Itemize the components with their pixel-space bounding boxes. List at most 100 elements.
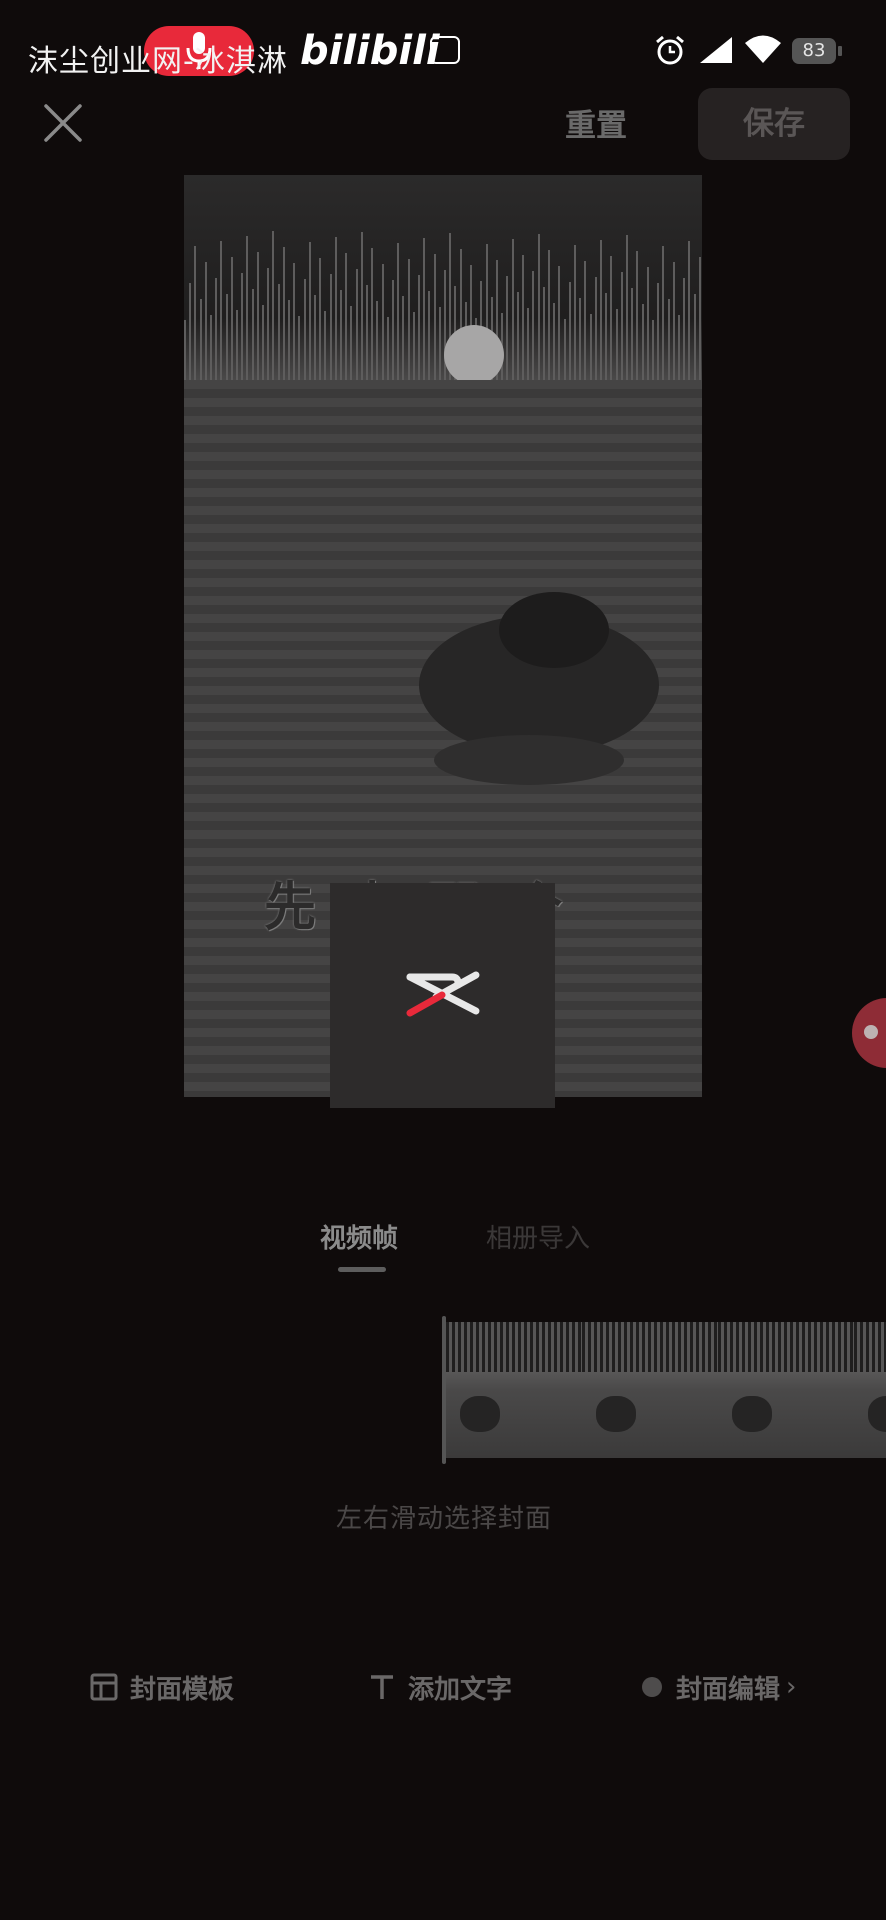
reed-stroke <box>251 289 254 380</box>
reed-stroke <box>641 304 644 380</box>
filmstrip-hint: 左右滑动选择封面 <box>336 1504 553 1534</box>
preview-background-reeds <box>184 175 702 380</box>
frame-filmstrip[interactable] <box>446 1322 886 1458</box>
reed-stroke <box>412 312 415 380</box>
reed-stroke <box>683 278 686 380</box>
reed-stroke <box>407 259 410 380</box>
reed-stroke <box>184 320 186 380</box>
add-text-label: 添加文字 <box>408 1674 513 1705</box>
reed-stroke <box>522 255 524 380</box>
reed-stroke <box>428 291 431 380</box>
reed-stroke <box>355 269 358 380</box>
reed-stroke <box>392 280 394 380</box>
tab-active-indicator <box>338 1267 386 1272</box>
tab-album-import[interactable]: 相册导入 <box>486 1218 590 1255</box>
wifi-icon <box>745 35 781 63</box>
reed-stroke <box>376 301 379 380</box>
reed-stroke <box>267 268 270 380</box>
floating-dot-icon <box>864 1025 878 1039</box>
preview-sun <box>444 325 504 385</box>
reed-stroke <box>652 320 654 380</box>
reed-stroke <box>646 267 649 380</box>
reed-stroke <box>693 294 696 380</box>
reed-stroke <box>532 271 535 380</box>
battery-indicator: 83 <box>792 38 836 64</box>
reed-stroke <box>199 299 202 380</box>
reed-stroke <box>308 242 311 380</box>
reed-stroke <box>626 235 628 380</box>
reed-stroke <box>563 319 566 380</box>
film-frame <box>854 1322 886 1458</box>
bilibili-logo: bilibili <box>300 28 440 74</box>
save-button[interactable]: 保存 <box>698 88 850 160</box>
cover-edit-button[interactable]: 封面编辑 › <box>640 1666 796 1708</box>
reed-stroke <box>230 257 233 380</box>
floating-record-button[interactable] <box>852 998 886 1068</box>
reed-stroke <box>506 276 509 380</box>
cover-template-label: 封面模板 <box>130 1674 235 1705</box>
reed-stroke <box>418 275 420 380</box>
reed-stroke <box>537 234 540 380</box>
tv-icon <box>430 36 460 64</box>
reed-stroke <box>615 309 618 380</box>
close-icon[interactable] <box>40 100 86 146</box>
cover-edit-label: 封面编辑 <box>676 1674 781 1705</box>
alarm-icon <box>656 35 684 65</box>
reed-stroke <box>324 311 327 380</box>
reed-stroke <box>574 245 576 380</box>
reed-stroke <box>319 258 322 380</box>
reed-stroke <box>241 273 244 380</box>
reed-stroke <box>189 283 192 380</box>
reed-stroke <box>438 307 441 380</box>
frame-selector-line[interactable] <box>442 1316 446 1464</box>
reed-stroke <box>594 277 597 380</box>
watermark-text: 沫尘创业网-冰淇淋 <box>28 44 288 79</box>
reed-stroke <box>423 238 426 380</box>
reed-stroke <box>293 263 296 380</box>
reed-stroke <box>610 256 613 380</box>
reed-stroke <box>397 243 400 380</box>
reset-button[interactable]: 重置 <box>546 104 646 148</box>
reed-stroke <box>553 303 556 380</box>
reed-stroke <box>194 246 197 380</box>
reed-stroke <box>620 272 623 380</box>
reed-stroke <box>516 292 519 380</box>
reed-stroke <box>672 262 675 380</box>
reed-stroke <box>548 250 550 380</box>
edit-dot-icon <box>642 1677 662 1697</box>
add-text-button[interactable]: 添加文字 <box>368 1666 512 1708</box>
reed-stroke <box>220 241 223 380</box>
chevron-right-icon: › <box>786 1672 797 1702</box>
cover-template-button[interactable]: 封面模板 <box>90 1666 234 1708</box>
reed-stroke <box>246 236 249 380</box>
reed-stroke <box>236 310 238 380</box>
reed-stroke <box>542 287 545 380</box>
reed-stroke <box>678 315 680 380</box>
reed-stroke <box>366 285 368 380</box>
film-frame <box>718 1322 854 1458</box>
reed-stroke <box>584 261 587 380</box>
reed-stroke <box>340 290 342 380</box>
reed-stroke <box>314 295 316 380</box>
reed-stroke <box>215 278 218 380</box>
reed-stroke <box>225 294 228 380</box>
reed-stroke <box>360 232 363 380</box>
reed-stroke <box>303 279 306 380</box>
text-icon <box>371 1675 393 1699</box>
reed-stroke <box>657 283 660 380</box>
reed-stroke <box>605 293 608 380</box>
battery-tip <box>838 46 842 56</box>
reed-stroke <box>667 299 670 380</box>
reed-stroke <box>282 247 285 380</box>
reed-stroke <box>256 252 259 380</box>
reed-stroke <box>579 298 582 380</box>
reed-stroke <box>662 246 665 380</box>
reed-stroke <box>636 251 639 380</box>
reed-stroke <box>698 257 701 380</box>
reed-stroke <box>329 274 332 380</box>
reed-stroke <box>272 231 275 380</box>
status-bar: 沫尘创业网-冰淇淋 bilibili 83 <box>0 0 886 100</box>
tab-video-frames[interactable]: 视频帧 <box>320 1218 398 1255</box>
reed-stroke <box>386 317 389 380</box>
preview-swimmer <box>419 592 659 785</box>
